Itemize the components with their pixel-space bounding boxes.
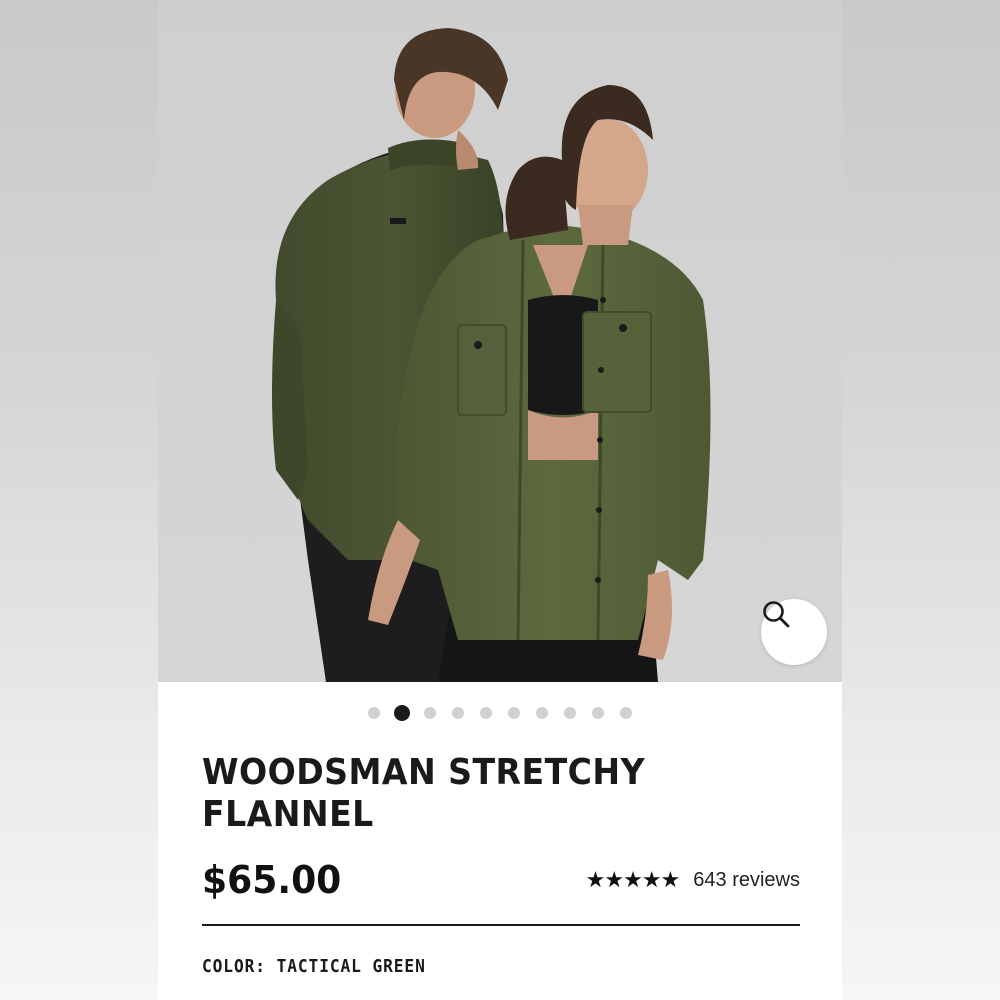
models-illustration — [158, 0, 842, 682]
product-page: WOODSMAN STRETCHY FLANNEL $65.00 ★★★★★ 6… — [158, 0, 842, 1000]
background-blur-right — [842, 0, 1000, 1000]
product-price: $65.00 — [202, 858, 342, 902]
zoom-button[interactable] — [761, 599, 827, 665]
pagination-dot[interactable] — [368, 707, 380, 719]
pagination-dot[interactable] — [536, 707, 548, 719]
star-rating-icons: ★★★★★ — [585, 868, 681, 893]
pagination-dot[interactable] — [480, 707, 492, 719]
selected-color: COLOR: TACTICAL GREEN — [202, 956, 426, 977]
pagination-dot[interactable] — [424, 707, 436, 719]
review-count-link[interactable]: 643 reviews — [693, 869, 800, 892]
pagination-dot[interactable] — [592, 707, 604, 719]
search-icon — [763, 601, 790, 628]
image-pagination — [158, 704, 842, 722]
rating-summary[interactable]: ★★★★★ 643 reviews — [586, 868, 800, 893]
color-value: TACTICAL GREEN — [276, 956, 426, 977]
product-photo[interactable] — [158, 0, 842, 682]
product-title: WOODSMAN STRETCHY FLANNEL — [202, 752, 646, 835]
pagination-dot[interactable] — [564, 707, 576, 719]
pagination-dot[interactable] — [452, 707, 464, 719]
background-blur-left — [0, 0, 158, 1000]
pagination-dot[interactable] — [620, 707, 632, 719]
color-label: COLOR: — [202, 956, 266, 977]
pagination-dot-active[interactable] — [394, 705, 410, 721]
pagination-dot[interactable] — [508, 707, 520, 719]
divider — [202, 924, 800, 926]
